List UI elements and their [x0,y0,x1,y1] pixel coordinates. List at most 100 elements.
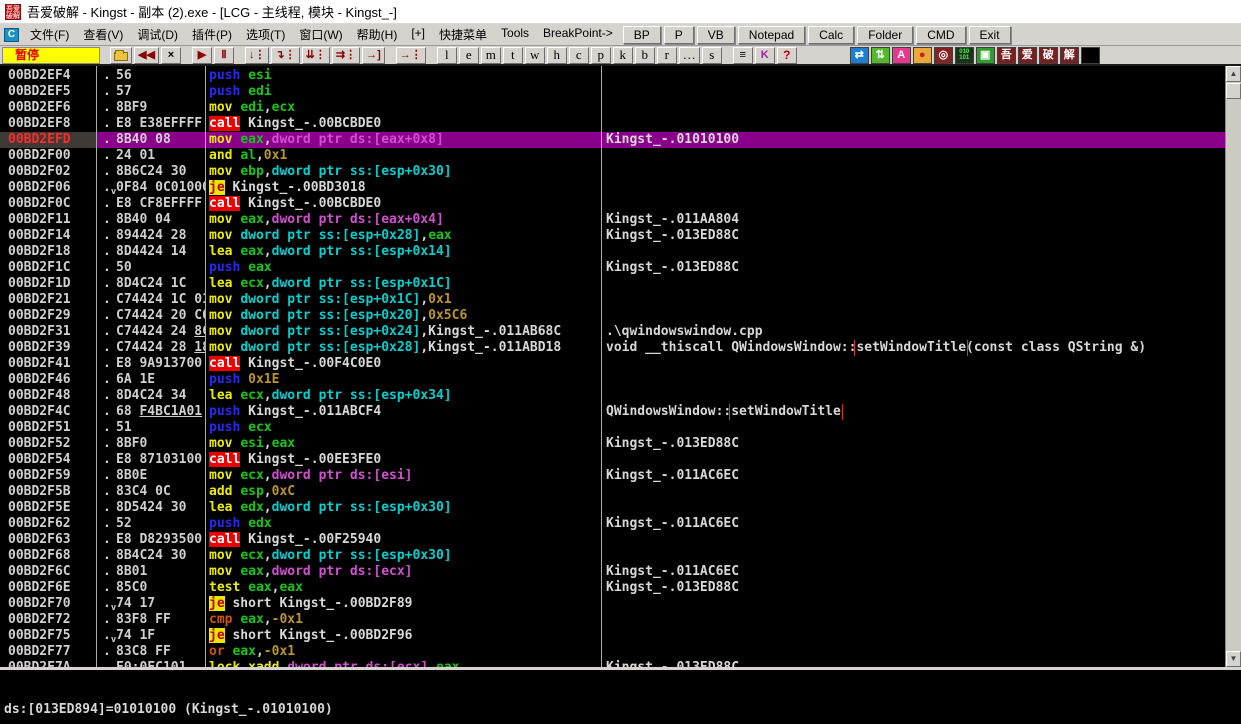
step-over-button[interactable]: ↴⋮ [271,46,300,64]
letter-button-c[interactable]: c [568,46,589,64]
disasm-row[interactable]: 00BD2F5E. 8D5424 30 lea edx,dword ptr ss:[… [0,500,1225,516]
disasm-row[interactable]: 00BD2F46. 6A 1E push 0x1E [0,372,1225,388]
disasm-row[interactable]: 00BD2F5B. 83C4 0C add esp,0xC [0,484,1225,500]
disasm-row[interactable]: 00BD2F63. E8 D8293500 call Kingst_-.00F259… [0,532,1225,548]
disasm-row[interactable]: 00BD2F48. 8D4C24 34 lea ecx,dword ptr ss:[… [0,388,1225,404]
disasm-row[interactable]: 00BD2F1D. 8D4C24 1C lea ecx,dword ptr ss:[… [0,276,1225,292]
wu-icon[interactable]: 吾 [996,46,1016,64]
step-into-button[interactable]: ↓⋮ [244,46,270,64]
quick-button-notepad[interactable]: Notepad [737,25,806,44]
letter-button-m[interactable]: m [480,46,501,64]
animate-over-button[interactable]: ⇉⋮ [331,46,361,64]
ascii-icon[interactable]: A [891,46,911,64]
disasm-row[interactable]: 00BD2F39. C74424 28 18 mov dword ptr ss:[e… [0,340,1225,356]
cpu-window-icon[interactable]: C [4,27,19,42]
disasm-row[interactable]: 00BD2EF6. 8BF9 mov edi,ecx [0,100,1225,116]
letter-button-r[interactable]: r [656,46,677,64]
disasm-row[interactable]: 00BD2F11. 8B40 04 mov eax,dword ptr ds:[ea… [0,212,1225,228]
disasm-row[interactable]: 00BD2F29. C74424 20 C6 mov dword ptr ss:[e… [0,308,1225,324]
menu-item-8[interactable]: 快捷菜单 [432,23,494,46]
disasm-row[interactable]: 00BD2F59. 8B0E mov ecx,dword ptr ds:[esi] K… [0,468,1225,484]
po-icon[interactable]: 破 [1038,46,1058,64]
help-button[interactable]: ? [776,46,797,64]
letter-button-e[interactable]: e [458,46,479,64]
disasm-row[interactable]: 00BD2F00. 24 01 and al,0x1 [0,148,1225,164]
disasm-row[interactable]: 00BD2EF8. E8 E38EFFFF call Kingst_-.00BCBD… [0,116,1225,132]
open-file-button[interactable] [110,46,132,64]
disasm-row[interactable]: 00BD2F77. 83C8 FF or eax,-0x1 [0,644,1225,660]
disasm-row[interactable]: 00BD2EF4. 56 push esi [0,68,1225,84]
letter-button-w[interactable]: w [524,46,545,64]
jie-icon[interactable]: 解 [1059,46,1079,64]
disasm-row[interactable]: 00BD2F52. 8BF0 mov esi,eax Kingst_-.013ED88… [0,436,1225,452]
quick-button-p[interactable]: P [663,25,694,44]
target-icon[interactable]: ◎ [933,46,953,64]
vertical-scrollbar[interactable]: ▲ ▼ [1225,66,1241,667]
menu-item-2[interactable]: 调试(D) [130,23,185,46]
disasm-row[interactable]: 00BD2F51. 51 push ecx [0,420,1225,436]
disasm-row[interactable]: 00BD2F41. E8 9A913700 call Kingst_-.00F4C0… [0,356,1225,372]
disasm-row[interactable]: 00BD2F72. 83F8 FF cmp eax,-0x1 [0,612,1225,628]
quick-button-bp[interactable]: BP [622,25,661,44]
menu-item-10[interactable]: BreakPoint-> [536,23,620,46]
disasm-row[interactable]: 00BD2F1C. 50 push eax Kingst_-.013ED88C [0,260,1225,276]
animate-into-button[interactable]: ⇊⋮ [301,46,330,64]
disasm-row[interactable]: 00BD2F0C. E8 CF8EFFFF call Kingst_-.00BCBD… [0,196,1225,212]
record-icon[interactable]: ● [912,46,932,64]
disasm-row[interactable]: 00BD2F31. C74424 24 8C mov dword ptr ss:[e… [0,324,1225,340]
updown-icon[interactable]: ⇅ [870,46,890,64]
disasm-row[interactable]: 00BD2F14. 894424 28 mov dword ptr ss:[esp+… [0,228,1225,244]
disasm-row[interactable]: 00BD2F02. 8B6C24 30 mov ebp,dword ptr ss:[… [0,164,1225,180]
scroll-down-button[interactable]: ▼ [1226,651,1241,667]
restart-button[interactable]: ◀◀ [134,46,159,64]
disasm-row[interactable]: 00BD2F6E. 85C0 test eax,eax Kingst_-.013ED8… [0,580,1225,596]
quick-button-cmd[interactable]: CMD [916,25,966,44]
disasm-row[interactable]: 00BD2EF5. 57 push edi [0,84,1225,100]
quick-button-calc[interactable]: Calc [808,25,855,44]
menu-item-3[interactable]: 插件(P) [185,23,239,46]
windows-list-button[interactable]: ≡ [732,46,753,64]
disasm-row[interactable]: 00BD2F6C. 8B01 mov eax,dword ptr ds:[ecx] K… [0,564,1225,580]
menu-item-6[interactable]: 帮助(H) [350,23,405,46]
quick-button-folder[interactable]: Folder [857,25,914,44]
letter-button-s[interactable]: s [701,46,722,64]
menu-item-5[interactable]: 窗口(W) [292,23,349,46]
disasm-row[interactable]: 00BD2F18. 8D4424 14 lea eax,dword ptr ss:[… [0,244,1225,260]
pause-button[interactable]: Ⅱ [213,46,234,64]
swap-icon[interactable]: ⇄ [849,46,869,64]
quick-button-vb[interactable]: VB [696,25,735,44]
letter-button-k[interactable]: k [612,46,633,64]
scroll-thumb[interactable] [1226,83,1241,99]
letter-button-h[interactable]: h [546,46,567,64]
black-icon[interactable] [1080,46,1100,64]
letter-button-t[interactable]: t [502,46,523,64]
disasm-row[interactable]: 00BD2F68. 8B4C24 30 mov ecx,dword ptr ss:[… [0,548,1225,564]
letter-button-b[interactable]: b [634,46,655,64]
letter-button-p[interactable]: p [590,46,611,64]
menu-item-9[interactable]: Tools [494,23,536,46]
disasm-row[interactable]: 00BD2F21. C74424 1C 01 mov dword ptr ss:[e… [0,292,1225,308]
till-user-code-button[interactable]: →⋮ [395,46,426,64]
binary-icon[interactable]: 010 101 [954,46,974,64]
disasm-row[interactable]: 00BD2F62. 52 push edx Kingst_-.011AC6EC [0,516,1225,532]
menu-item-1[interactable]: 查看(V) [76,23,130,46]
disassembly-pane[interactable]: 00BD2EF4. 56 push esi 00BD2EF5. 57 push edi 00… [0,66,1225,667]
logo-window-button[interactable]: K [754,46,775,64]
disasm-row[interactable]: 00BD2F7A.F0:0FC101lock xadd dword ptr ds… [0,660,1225,667]
letter-button-more[interactable]: … [678,46,700,64]
disasm-row[interactable]: 00BD2F70 .v 74 17 je short Kingst_-.00BD2F8… [0,596,1225,612]
disasm-row[interactable]: 00BD2F54. E8 87103100 call Kingst_-.00EE3F… [0,452,1225,468]
menu-item-7[interactable]: [+] [404,23,432,46]
close-button[interactable]: × [160,46,181,64]
window-icon[interactable]: ▣ [975,46,995,64]
disasm-row[interactable]: 00BD2F75 .v 74 1F je short Kingst_-.00BD2F9… [0,628,1225,644]
disasm-row[interactable]: 00BD2F06 .v 0F84 0C01000 je Kingst_-.00BD30… [0,180,1225,196]
disasm-row[interactable]: 00BD2F4C. 68 F4BC1A01 push Kingst_-.011ABC… [0,404,1225,420]
menu-item-4[interactable]: 选项(T) [239,23,292,46]
letter-button-l[interactable]: l [436,46,457,64]
ai-icon[interactable]: 爱 [1017,46,1037,64]
quick-button-exit[interactable]: Exit [968,25,1011,44]
scroll-up-button[interactable]: ▲ [1226,66,1241,82]
menu-item-0[interactable]: 文件(F) [23,23,76,46]
run-button[interactable]: ▶ [191,46,212,64]
